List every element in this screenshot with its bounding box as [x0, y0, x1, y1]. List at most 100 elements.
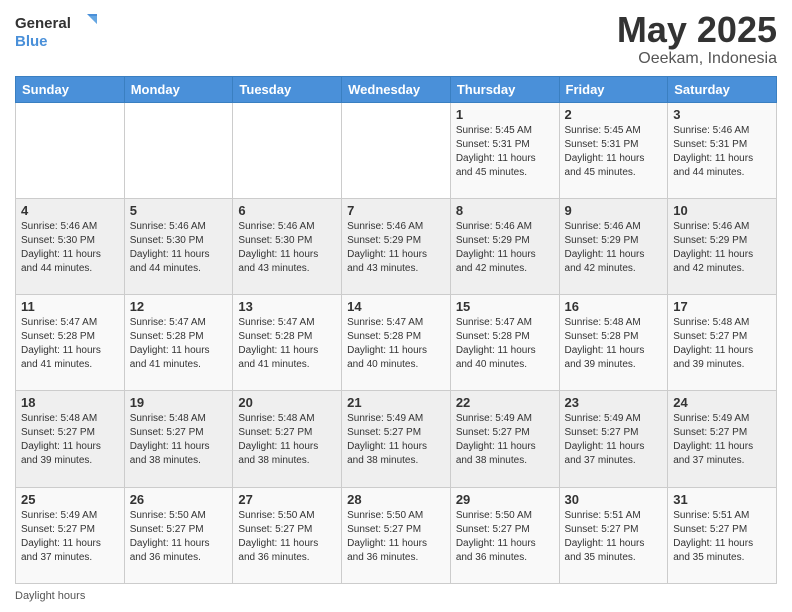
calendar-cell: 23 Sunrise: 5:49 AM Sunset: 5:27 PM Dayli…	[559, 391, 668, 487]
svg-text:General: General	[15, 15, 71, 32]
day-info: Sunrise: 5:51 AM Sunset: 5:27 PM Dayligh…	[565, 509, 663, 565]
day-number: 18	[21, 395, 119, 410]
calendar-cell: 5 Sunrise: 5:46 AM Sunset: 5:30 PM Daylig…	[124, 198, 233, 294]
calendar-cell: 6 Sunrise: 5:46 AM Sunset: 5:30 PM Daylig…	[233, 198, 342, 294]
col-tuesday: Tuesday	[233, 76, 342, 102]
day-number: 9	[565, 203, 663, 218]
day-number: 19	[130, 395, 228, 410]
logo-svg: General Blue	[15, 10, 105, 52]
calendar-cell: 18Sunrise: 5:48 AM Sunset: 5:27 PM Dayli…	[16, 391, 125, 487]
day-info: Sunrise: 5:50 AM Sunset: 5:27 PM Dayligh…	[456, 509, 554, 565]
day-info: Sunrise: 5:46 AM Sunset: 5:29 PM Dayligh…	[347, 220, 445, 276]
calendar-cell: 1 Sunrise: 5:45 AM Sunset: 5:31 PM Daylig…	[450, 102, 559, 198]
calendar-week-row: 25 Sunrise: 5:49 AM Sunset: 5:27 PM Dayli…	[16, 487, 777, 583]
calendar-subtitle: Oeekam, Indonesia	[617, 50, 777, 68]
calendar-table: Sunday Monday Tuesday Wednesday Thursday…	[15, 76, 777, 584]
calendar-cell	[342, 102, 451, 198]
day-number: 5	[130, 203, 228, 218]
col-friday: Friday	[559, 76, 668, 102]
day-info: Sunrise: 5:47 AM Sunset: 5:28 PM Dayligh…	[21, 316, 119, 372]
day-info: Sunrise: 5:50 AM Sunset: 5:27 PM Dayligh…	[238, 509, 336, 565]
day-number: 1	[456, 107, 554, 122]
calendar-cell: 26Sunrise: 5:50 AM Sunset: 5:27 PM Dayli…	[124, 487, 233, 583]
logo: General Blue	[15, 10, 105, 52]
day-number: 25	[21, 492, 119, 507]
day-number: 17	[673, 299, 771, 314]
calendar-cell: 15 Sunrise: 5:47 AM Sunset: 5:28 PM Dayli…	[450, 295, 559, 391]
day-info: Sunrise: 5:49 AM Sunset: 5:27 PM Dayligh…	[565, 412, 663, 468]
calendar-cell: 22Sunrise: 5:49 AM Sunset: 5:27 PM Dayli…	[450, 391, 559, 487]
calendar-cell: 16Sunrise: 5:48 AM Sunset: 5:28 PM Dayli…	[559, 295, 668, 391]
day-info: Sunrise: 5:50 AM Sunset: 5:27 PM Dayligh…	[130, 509, 228, 565]
day-number: 29	[456, 492, 554, 507]
day-info: Sunrise: 5:48 AM Sunset: 5:27 PM Dayligh…	[238, 412, 336, 468]
day-info: Sunrise: 5:49 AM Sunset: 5:27 PM Dayligh…	[456, 412, 554, 468]
calendar-cell: 14 Sunrise: 5:47 AM Sunset: 5:28 PM Dayli…	[342, 295, 451, 391]
calendar-cell: 11 Sunrise: 5:47 AM Sunset: 5:28 PM Dayli…	[16, 295, 125, 391]
calendar-cell: 21Sunrise: 5:49 AM Sunset: 5:27 PM Dayli…	[342, 391, 451, 487]
day-info: Sunrise: 5:51 AM Sunset: 5:27 PM Dayligh…	[673, 509, 771, 565]
calendar-cell: 17Sunrise: 5:48 AM Sunset: 5:27 PM Dayli…	[668, 295, 777, 391]
day-info: Sunrise: 5:49 AM Sunset: 5:27 PM Dayligh…	[21, 509, 119, 565]
day-number: 11	[21, 299, 119, 314]
day-number: 27	[238, 492, 336, 507]
day-number: 10	[673, 203, 771, 218]
calendar-cell: 3 Sunrise: 5:46 AM Sunset: 5:31 PM Daylig…	[668, 102, 777, 198]
daylight-label: Daylight hours	[15, 590, 85, 602]
day-number: 12	[130, 299, 228, 314]
col-wednesday: Wednesday	[342, 76, 451, 102]
calendar-cell: 31 Sunrise: 5:51 AM Sunset: 5:27 PM Dayli…	[668, 487, 777, 583]
day-info: Sunrise: 5:49 AM Sunset: 5:27 PM Dayligh…	[347, 412, 445, 468]
day-info: Sunrise: 5:46 AM Sunset: 5:31 PM Dayligh…	[673, 124, 771, 180]
calendar-cell: 2 Sunrise: 5:45 AM Sunset: 5:31 PM Daylig…	[559, 102, 668, 198]
day-number: 15	[456, 299, 554, 314]
calendar-cell: 30 Sunrise: 5:51 AM Sunset: 5:27 PM Dayli…	[559, 487, 668, 583]
day-info: Sunrise: 5:49 AM Sunset: 5:27 PM Dayligh…	[673, 412, 771, 468]
calendar-cell: 13 Sunrise: 5:47 AM Sunset: 5:28 PM Dayli…	[233, 295, 342, 391]
calendar-cell: 12 Sunrise: 5:47 AM Sunset: 5:28 PM Dayli…	[124, 295, 233, 391]
day-number: 7	[347, 203, 445, 218]
calendar-cell: 9Sunrise: 5:46 AM Sunset: 5:29 PM Daylig…	[559, 198, 668, 294]
day-number: 4	[21, 203, 119, 218]
calendar-cell: 19 Sunrise: 5:48 AM Sunset: 5:27 PM Dayli…	[124, 391, 233, 487]
calendar-cell	[124, 102, 233, 198]
calendar-title: May 2025	[617, 10, 777, 50]
day-info: Sunrise: 5:48 AM Sunset: 5:28 PM Dayligh…	[565, 316, 663, 372]
day-number: 14	[347, 299, 445, 314]
day-number: 20	[238, 395, 336, 410]
day-number: 6	[238, 203, 336, 218]
day-info: Sunrise: 5:46 AM Sunset: 5:30 PM Dayligh…	[130, 220, 228, 276]
day-number: 31	[673, 492, 771, 507]
day-number: 3	[673, 107, 771, 122]
day-info: Sunrise: 5:47 AM Sunset: 5:28 PM Dayligh…	[130, 316, 228, 372]
day-info: Sunrise: 5:45 AM Sunset: 5:31 PM Dayligh…	[565, 124, 663, 180]
calendar-week-row: 11 Sunrise: 5:47 AM Sunset: 5:28 PM Dayli…	[16, 295, 777, 391]
day-info: Sunrise: 5:46 AM Sunset: 5:29 PM Dayligh…	[673, 220, 771, 276]
calendar-cell: 4 Sunrise: 5:46 AM Sunset: 5:30 PM Daylig…	[16, 198, 125, 294]
day-info: Sunrise: 5:45 AM Sunset: 5:31 PM Dayligh…	[456, 124, 554, 180]
day-info: Sunrise: 5:47 AM Sunset: 5:28 PM Dayligh…	[347, 316, 445, 372]
day-info: Sunrise: 5:46 AM Sunset: 5:30 PM Dayligh…	[238, 220, 336, 276]
day-number: 13	[238, 299, 336, 314]
day-info: Sunrise: 5:50 AM Sunset: 5:27 PM Dayligh…	[347, 509, 445, 565]
calendar-cell	[233, 102, 342, 198]
day-number: 28	[347, 492, 445, 507]
calendar-header-row: Sunday Monday Tuesday Wednesday Thursday…	[16, 76, 777, 102]
day-info: Sunrise: 5:47 AM Sunset: 5:28 PM Dayligh…	[456, 316, 554, 372]
col-sunday: Sunday	[16, 76, 125, 102]
calendar-cell	[16, 102, 125, 198]
day-info: Sunrise: 5:47 AM Sunset: 5:28 PM Dayligh…	[238, 316, 336, 372]
footer: Daylight hours	[15, 590, 777, 602]
calendar-cell: 10 Sunrise: 5:46 AM Sunset: 5:29 PM Dayli…	[668, 198, 777, 294]
day-number: 23	[565, 395, 663, 410]
calendar-cell: 28 Sunrise: 5:50 AM Sunset: 5:27 PM Dayli…	[342, 487, 451, 583]
day-info: Sunrise: 5:48 AM Sunset: 5:27 PM Dayligh…	[130, 412, 228, 468]
day-number: 2	[565, 107, 663, 122]
day-number: 24	[673, 395, 771, 410]
calendar-cell: 8Sunrise: 5:46 AM Sunset: 5:29 PM Daylig…	[450, 198, 559, 294]
col-monday: Monday	[124, 76, 233, 102]
day-number: 30	[565, 492, 663, 507]
calendar-cell: 20 Sunrise: 5:48 AM Sunset: 5:27 PM Dayli…	[233, 391, 342, 487]
calendar-week-row: 18 Sunrise: 5:48 AM Sunset: 5:27 PM Dayli…	[16, 391, 777, 487]
day-info: Sunrise: 5:46 AM Sunset: 5:30 PM Dayligh…	[21, 220, 119, 276]
